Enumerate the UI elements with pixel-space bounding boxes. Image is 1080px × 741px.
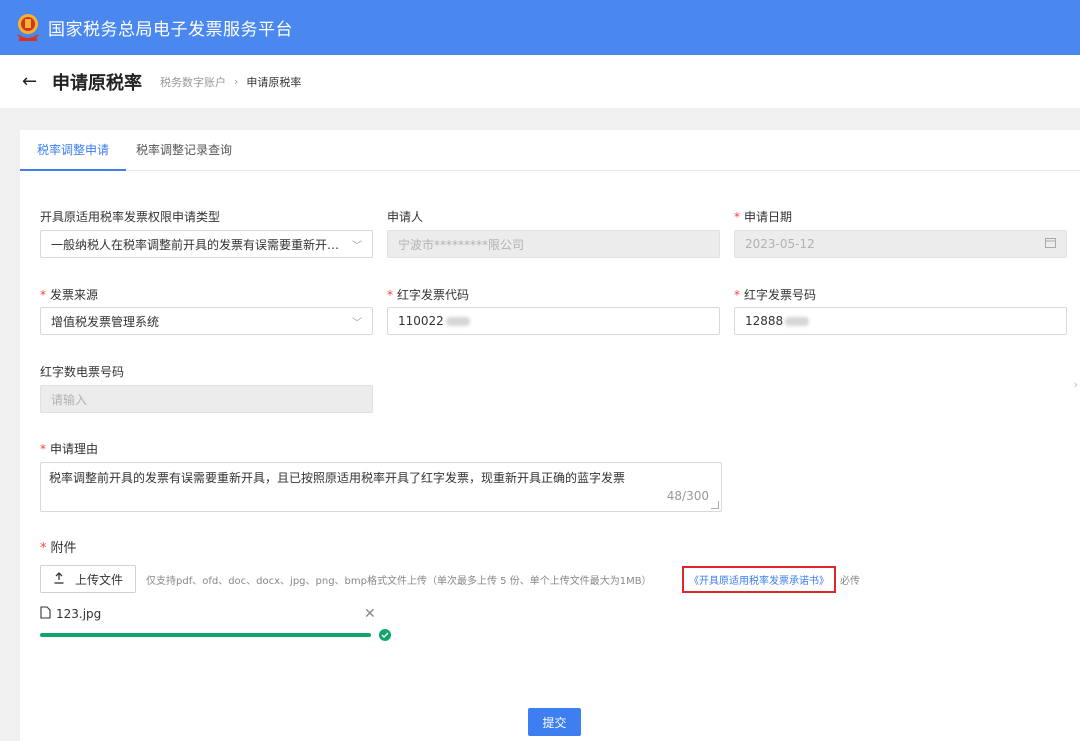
chevron-down-icon: ﹀ [352, 240, 362, 252]
calendar-icon [1042, 237, 1056, 251]
page-title: 申请原税率 [52, 72, 142, 94]
breadcrumb-separator: › [234, 75, 239, 88]
top-bar: 国家税务总局电子发票服务平台 [0, 0, 1080, 55]
file-icon [40, 606, 51, 622]
apply-date-label: * 申请日期 [734, 210, 793, 224]
remove-file-icon[interactable]: ✕ [364, 606, 376, 622]
required-asterisk: * [40, 442, 46, 456]
required-asterisk: * [734, 210, 740, 224]
applicant-field: 宁波市*********限公司 [387, 230, 720, 258]
permission-type-select[interactable]: 一般纳税人在税率调整前开具的发票有误需要重新开具，且已按照原适用税率开具了红字发… [40, 230, 373, 258]
applicant-label: 申请人 [387, 210, 424, 224]
red-invoice-number-label: * 红字发票号码 [734, 288, 817, 302]
apply-date-field: 2023-05-12 [734, 230, 1067, 258]
upload-progress-bar [40, 633, 371, 637]
upload-hint: 仅支持pdf、ofd、doc、docx、jpg、png、bmp格式文件上传（单次… [146, 576, 652, 587]
required-note: 必传 [840, 576, 860, 587]
required-asterisk: * [734, 288, 740, 302]
red-digital-invoice-number-label: 红字数电票号码 [40, 365, 125, 379]
side-expand-icon[interactable]: › [1074, 378, 1078, 391]
back-arrow-icon[interactable]: ← [22, 71, 44, 92]
red-invoice-code-label: * 红字发票代码 [387, 288, 470, 302]
red-invoice-number-input[interactable]: 12888 [734, 307, 1067, 335]
redacted-mark [785, 316, 810, 326]
upload-success-icon [379, 629, 391, 641]
red-digital-invoice-number-input: 请输入 [40, 385, 373, 413]
invoice-source-label: * 发票来源 [40, 288, 99, 302]
resize-handle[interactable] [711, 501, 719, 509]
tab-bar: 税率调整申请 税率调整记录查询 [20, 130, 1080, 171]
upload-icon [53, 571, 65, 587]
uploaded-file-name: 123.jpg [56, 607, 102, 621]
upload-progress-fill [40, 633, 371, 637]
upload-file-button[interactable]: 上传文件 [40, 565, 137, 593]
reason-label: * 申请理由 [40, 442, 99, 456]
redacted-mark [445, 316, 470, 326]
breadcrumb: 税务数字账户 › 申请原税率 [160, 74, 301, 90]
uploaded-file[interactable]: 123.jpg [40, 606, 101, 622]
platform-title: 国家税务总局电子发票服务平台 [48, 20, 293, 40]
required-asterisk: * [40, 541, 47, 556]
invoice-source-select[interactable]: 增值税发票管理系统 ﹀ [40, 307, 373, 335]
required-asterisk: * [40, 288, 46, 302]
reason-textarea[interactable]: 税率调整前开具的发票有误需要重新开具，且已按照原适用税率开具了红字发票，现重新开… [40, 462, 722, 512]
page-header: ← 申请原税率 税务数字账户 › 申请原税率 [0, 55, 1080, 108]
attachment-label: * 附件 [40, 541, 77, 556]
tab-rate-adjustment-application[interactable]: 税率调整申请 [20, 130, 126, 171]
form-card: 税率调整申请 税率调整记录查询 开具原适用税率发票权限申请类型 一般纳税人在税率… [20, 130, 1080, 741]
submit-button[interactable]: 提交 [528, 708, 581, 736]
breadcrumb-item-account[interactable]: 税务数字账户 [160, 74, 226, 90]
pledge-highlight-box: 《开具原适用税率发票承诺书》 [682, 566, 836, 593]
reason-text: 税率调整前开具的发票有误需要重新开具，且已按照原适用税率开具了红字发票，现重新开… [49, 471, 626, 485]
reason-char-counter: 48/300 [666, 489, 709, 503]
tax-emblem-icon [14, 13, 42, 43]
permission-type-label: 开具原适用税率发票权限申请类型 [40, 210, 221, 224]
chevron-down-icon: ﹀ [352, 317, 362, 329]
pledge-document-link[interactable]: 《开具原适用税率发票承诺书》 [689, 572, 829, 587]
tab-rate-adjustment-records[interactable]: 税率调整记录查询 [136, 130, 232, 171]
breadcrumb-item-current: 申请原税率 [246, 75, 302, 89]
required-asterisk: * [387, 288, 393, 302]
red-invoice-code-input[interactable]: 110022 [387, 307, 720, 335]
